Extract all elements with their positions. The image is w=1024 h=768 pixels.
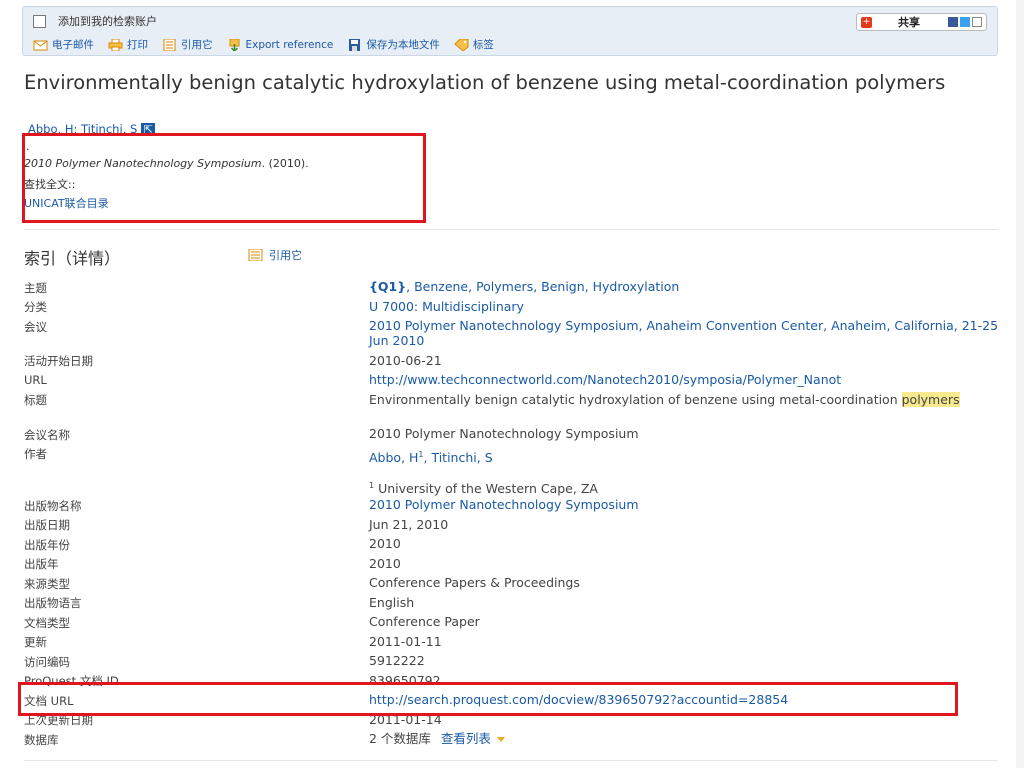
field-value-start-date: 2010-06-21 [369,353,442,368]
field-label-doc-type: 文档类型 [24,616,70,630]
field-value-database: 2 个数据库 查看列表 [369,731,999,746]
field-value-classification[interactable]: U 7000: Multidisciplinary [369,299,999,314]
field-label-classification: 分类 [24,300,47,314]
field-value-pub-date: Jun 21, 2010 [369,517,449,532]
field-label-source-type: 来源类型 [24,577,70,591]
author-titinchi[interactable]: , Titinchi, S [424,450,493,465]
subject-terms[interactable]: , Benzene, Polymers, Benign, Hydroxylati… [406,279,679,294]
field-label-url: URL [24,373,47,387]
field-value-subject: {Q1}, Benzene, Polymers, Benign, Hydroxy… [369,279,999,294]
field-value-language: English [369,595,415,610]
field-value-author[interactable]: Abbo, H1, Titinchi, S [369,447,999,465]
field-label-subject: 主题 [24,281,47,295]
field-value-access-code: 5912222 [369,653,425,668]
affil-sup: 1 [369,481,375,490]
affil-text: University of the Western Cape, ZA [378,481,598,497]
field-label-pub-yr: 出版年 [24,557,59,571]
author-affiliation: 1 University of the Western Cape, ZA [369,478,999,496]
bottom-divider [24,760,998,761]
field-label-updated: 更新 [24,635,47,649]
database-count: 2 个数据库 [369,731,431,746]
field-label-last-updated: 上次更新日期 [24,713,93,727]
field-label-database: 数据库 [24,733,59,747]
field-value-title: Environmentally benign catalytic hydroxy… [369,392,999,407]
field-value-updated: 2011-01-11 [369,634,442,649]
field-label-proquest-id: ProQuest 文档 ID [24,674,119,688]
field-value-source-type: Conference Papers & Proceedings [369,575,580,590]
field-label-pub-date: 出版日期 [24,518,70,532]
chevron-down-icon[interactable] [496,737,505,742]
view-list-link[interactable]: 查看列表 [441,731,491,746]
field-label-pub-name: 出版物名称 [24,499,82,513]
field-value-url[interactable]: http://www.techconnectworld.com/Nanotech… [369,372,999,387]
field-label-access-code: 访问编码 [24,655,70,669]
title-text: Environmentally benign catalytic hydroxy… [369,392,902,407]
field-value-conference-name: 2010 Polymer Nanotechnology Symposium [369,426,639,441]
field-label-language: 出版物语言 [24,596,82,610]
field-label-start-date: 活动开始日期 [24,354,93,368]
field-value-doc-url[interactable]: http://search.proquest.com/docview/83965… [369,692,999,707]
field-value-last-updated: 2011-01-14 [369,712,442,727]
scrollbar[interactable] [1016,0,1024,768]
field-value-doc-type: Conference Paper [369,614,480,629]
field-label-author: 作者 [24,447,47,461]
field-value-pub-name[interactable]: 2010 Polymer Nanotechnology Symposium [369,497,999,512]
field-value-proquest-id: 839650792 [369,673,441,688]
field-label-doc-url: 文档 URL [24,694,74,708]
subject-q1-link[interactable]: {Q1} [369,279,406,294]
field-label-title: 标题 [24,393,47,407]
field-value-pub-year: 2010 [369,536,401,551]
field-label-conference: 会议 [24,320,47,334]
field-value-pub-yr: 2010 [369,556,401,571]
field-label-conference-name: 会议名称 [24,428,70,442]
field-label-pub-year: 出版年份 [24,538,70,552]
field-value-conference[interactable]: 2010 Polymer Nanotechnology Symposium, A… [369,318,999,348]
detail-table: 主题 {Q1}, Benzene, Polymers, Benign, Hydr… [0,0,1024,768]
title-highlight: polymers [901,392,960,407]
author-abbo[interactable]: Abbo, H [369,450,418,465]
